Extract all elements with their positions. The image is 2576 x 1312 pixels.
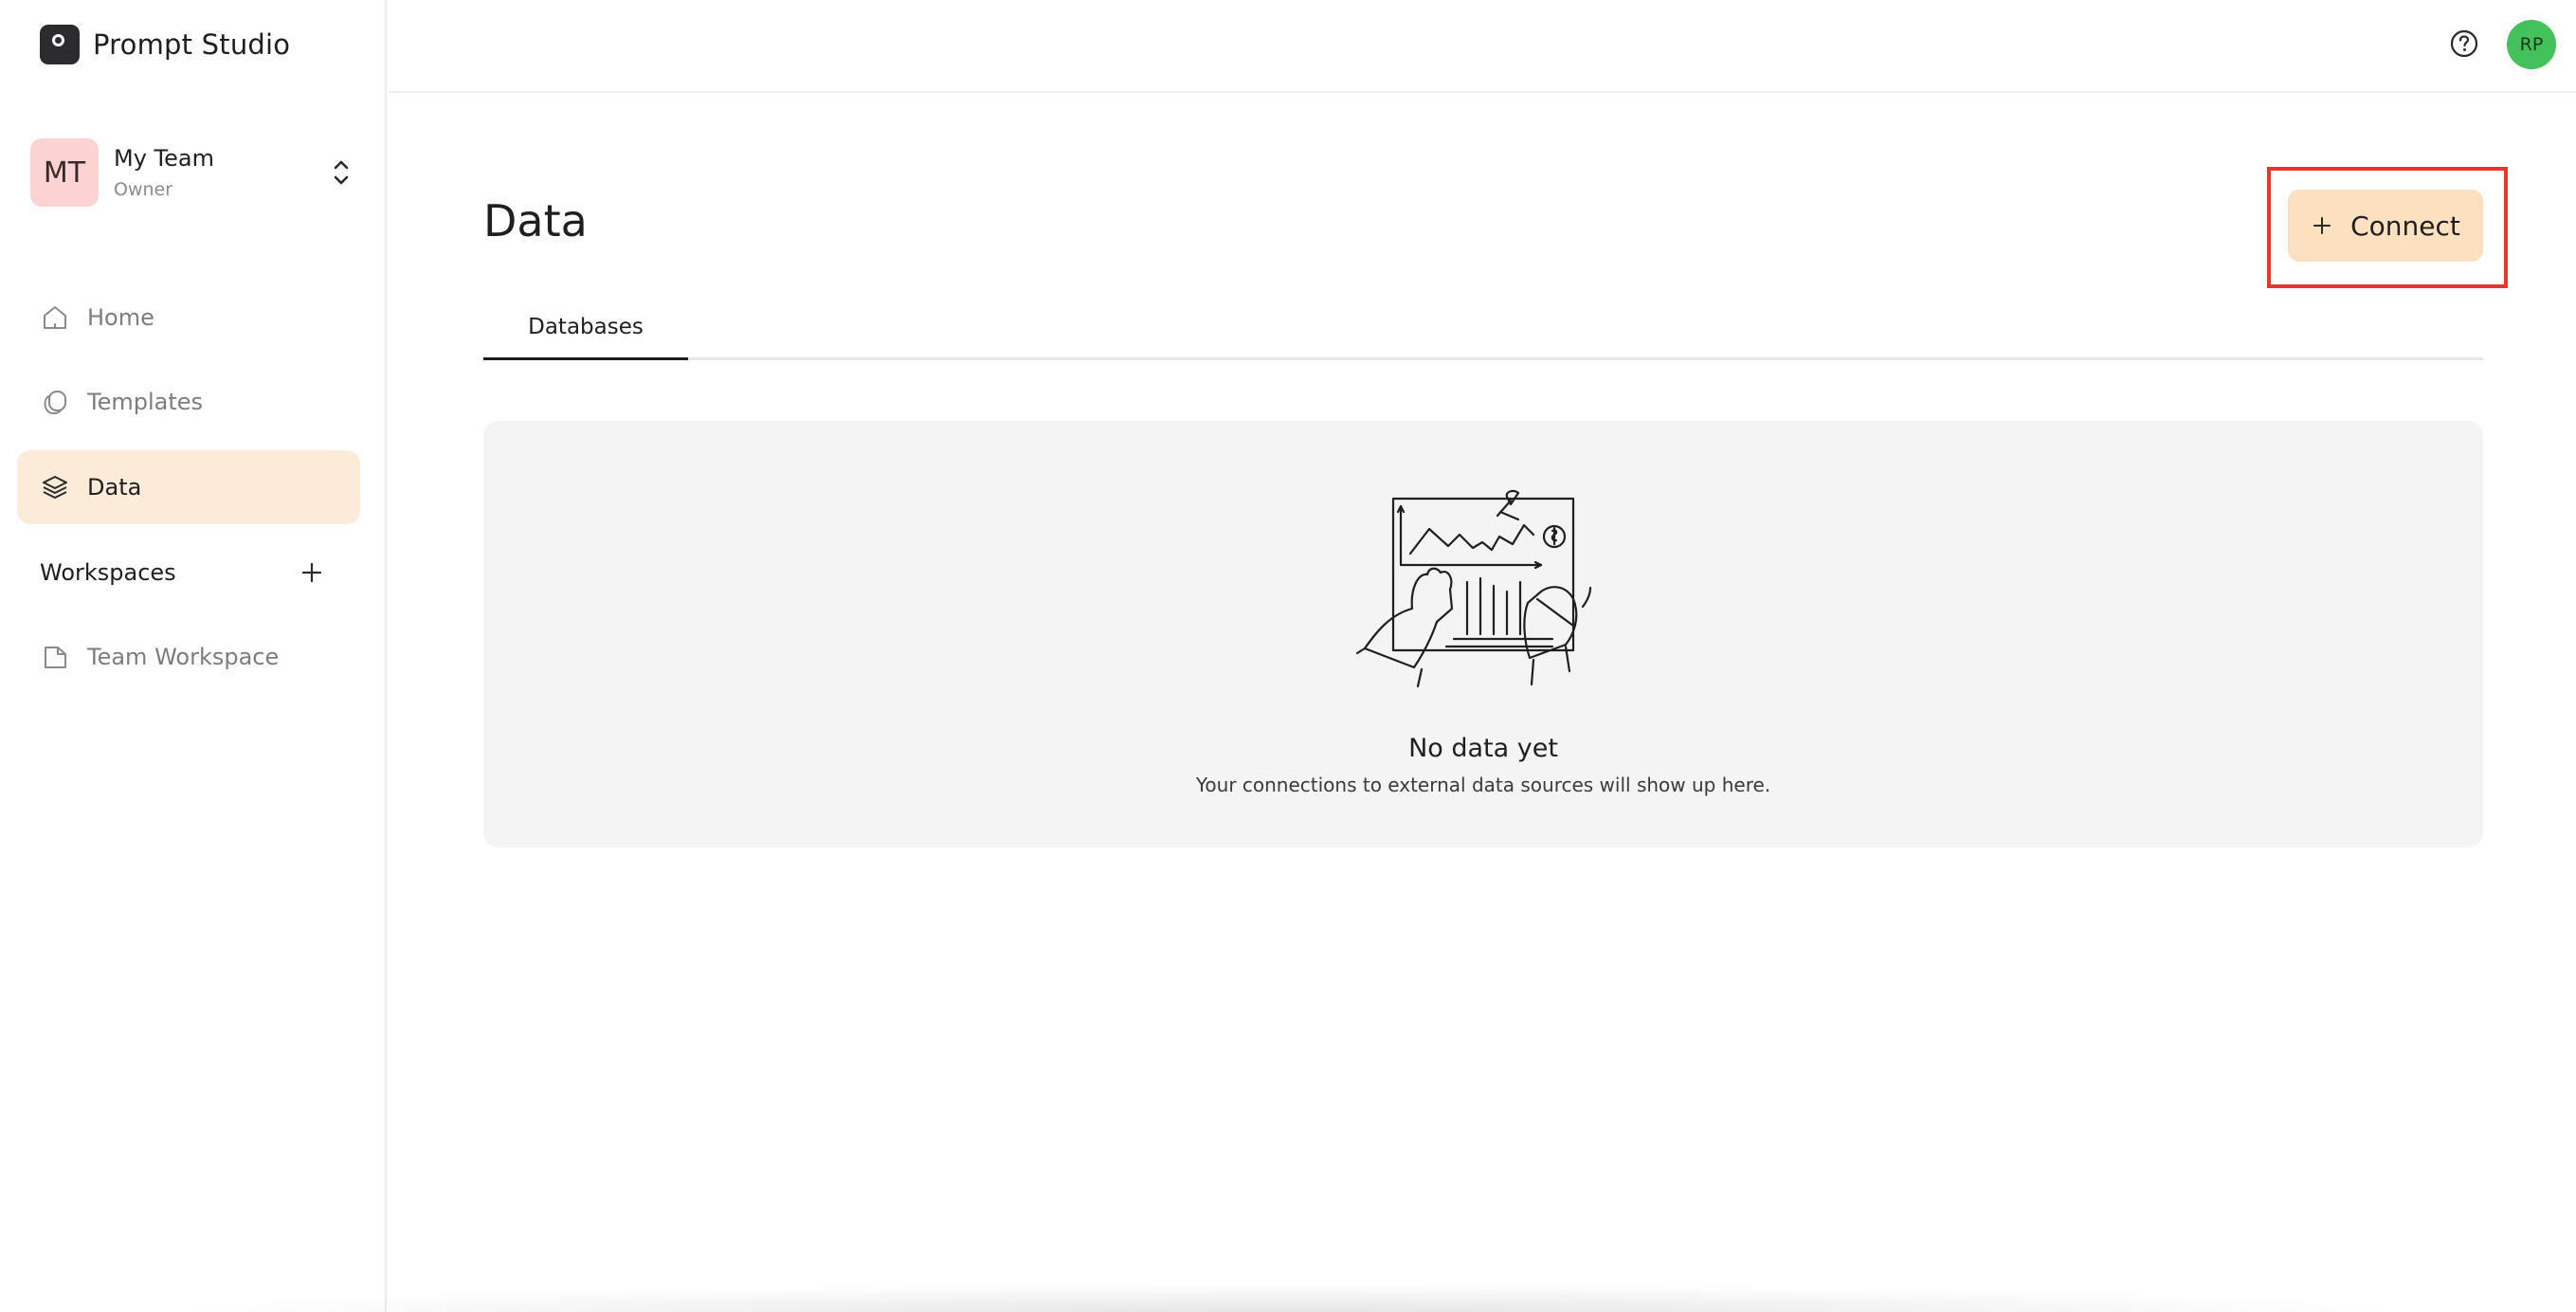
help-circle-icon[interactable] [2449,28,2479,59]
page-title: Data [483,195,588,246]
sidebar-item-label: Home [87,304,154,331]
sidebar-item-label: Team Workspace [87,644,280,670]
sidebar-item-templates[interactable]: Templates [17,365,360,439]
app-name: Prompt Studio [93,28,291,61]
plus-icon [2313,217,2331,234]
home-icon [40,302,70,333]
team-name: My Team [114,145,214,172]
connect-button[interactable]: Connect [2288,190,2483,262]
team-info: My Team Owner [114,145,214,200]
connect-button-label: Connect [2350,210,2460,242]
layers-icon [40,472,70,502]
workspaces-label: Workspaces [40,559,176,586]
brand-logo-icon [40,25,80,64]
empty-state-panel: No data yet Your connections to external… [483,421,2483,847]
templates-icon [40,387,70,417]
tab-bar: Databases [483,313,2483,360]
workspace-icon [40,642,70,672]
top-bar [389,0,2576,93]
user-avatar[interactable]: RP [2507,20,2556,69]
sidebar-item-label: Data [87,474,142,501]
empty-data-illustration-icon [1355,489,1592,688]
tab-databases[interactable]: Databases [483,313,688,360]
sidebar: Prompt Studio MT My Team Owner Home Temp… [0,0,387,1312]
empty-state-subtitle: Your connections to external data source… [1195,774,1771,796]
brand[interactable]: Prompt Studio [40,25,290,64]
team-avatar: MT [30,138,99,207]
sidebar-item-data[interactable]: Data [17,450,360,524]
sidebar-item-home[interactable]: Home [17,281,360,355]
add-workspace-icon[interactable] [299,560,324,585]
app-root: Prompt Studio MT My Team Owner Home Temp… [0,0,2576,1312]
team-switcher[interactable]: MT My Team Owner [30,138,353,207]
sidebar-item-label: Templates [87,389,204,415]
workspaces-header: Workspaces [40,556,324,590]
team-role: Owner [114,179,173,200]
empty-state-title: No data yet [1408,734,1558,763]
bottom-shadow [152,1284,2424,1312]
sidebar-item-team-workspace[interactable]: Team Workspace [17,620,360,694]
chevron-up-down-icon[interactable] [330,155,353,190]
